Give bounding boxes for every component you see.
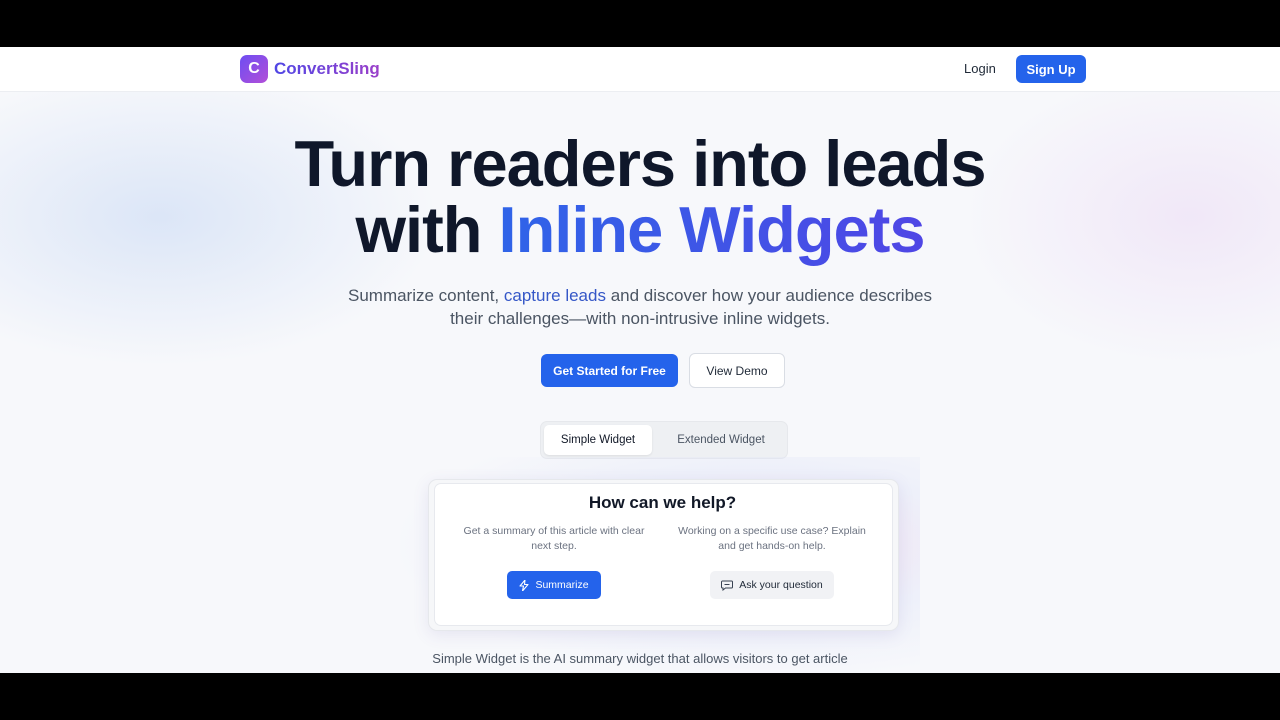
hero-title: Turn readers into leads with Inline Widg… [0, 131, 1280, 263]
lightning-icon [519, 579, 529, 591]
landing-page: C ConvertSling Login Sign Up Turn reader… [0, 47, 1280, 673]
letterbox-bottom [0, 673, 1280, 720]
view-demo-button[interactable]: View Demo [689, 353, 785, 388]
signup-button[interactable]: Sign Up [1016, 55, 1086, 83]
hero-subtitle-part1: Summarize content, [347, 286, 504, 305]
ask-question-button[interactable]: Ask your question [710, 571, 834, 599]
hero-title-line1: Turn readers into leads [294, 127, 987, 200]
widget-title: How can we help? [588, 493, 737, 512]
get-started-button[interactable]: Get Started for Free [541, 354, 678, 387]
letterbox-top [0, 0, 1280, 47]
widget-tabs: Simple Widget Extended Widget [540, 421, 788, 459]
brand-name: ConvertSling [274, 59, 380, 78]
logo-mark-icon: C [240, 55, 268, 83]
chat-bubble-icon [721, 580, 734, 591]
hero-subtitle-highlight: capture leads [503, 286, 606, 305]
login-link[interactable]: Login [964, 61, 996, 76]
navbar: C ConvertSling Login Sign Up [0, 47, 1280, 92]
ask-question-label: Ask your question [739, 579, 823, 591]
widget-question-description: Working on a specific use case? Explain … [678, 525, 866, 552]
tab-simple-widget[interactable]: Simple Widget [544, 425, 652, 455]
summarize-label: Summarize [535, 579, 589, 591]
hero-subtitle: Summarize content, capture leads and dis… [340, 284, 940, 330]
hero-title-line2-prefix: with [355, 193, 499, 266]
widget-summary-description: Get a summary of this article with clear… [463, 525, 645, 552]
hero-title-accent: Inline Widgets [498, 193, 926, 266]
widget-caption: Simple Widget is the AI summary widget t… [432, 651, 848, 666]
logo[interactable]: C ConvertSling [240, 55, 380, 83]
tab-extended-widget[interactable]: Extended Widget [661, 425, 781, 455]
summarize-button[interactable]: Summarize [507, 571, 601, 599]
